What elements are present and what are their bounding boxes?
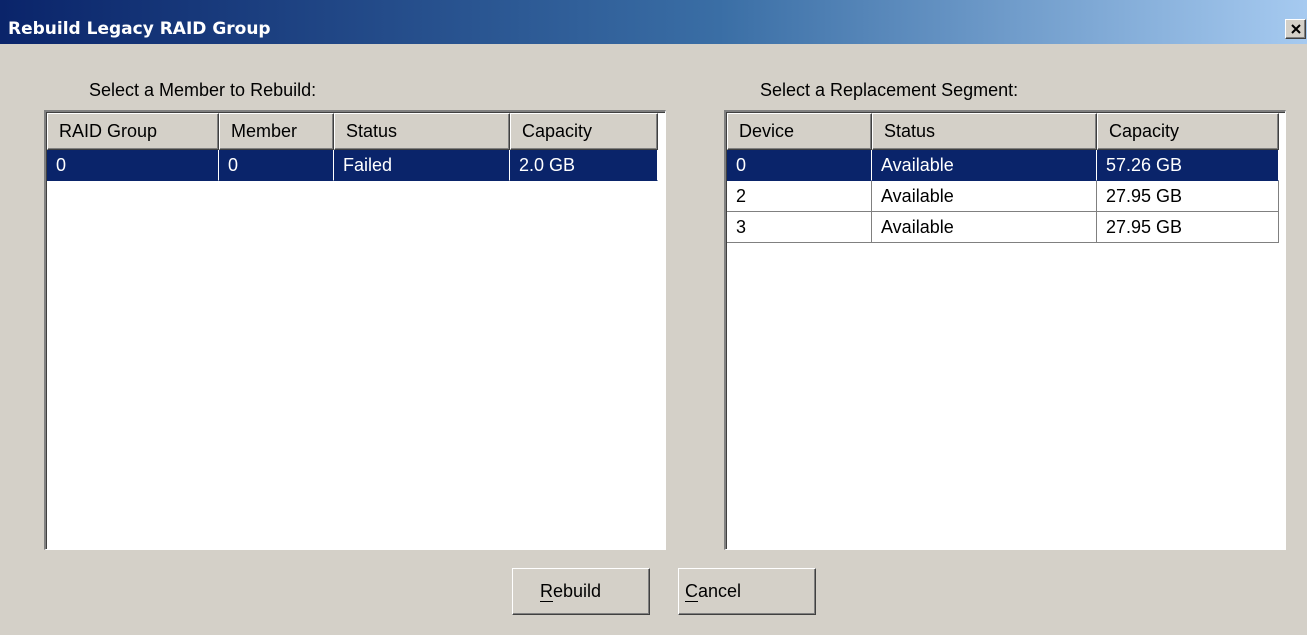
- cell-capacity: 27.95 GB: [1097, 212, 1279, 243]
- cell-raid-group: 0: [47, 150, 219, 181]
- cell-capacity: 2.0 GB: [510, 150, 658, 181]
- cell-capacity: 27.95 GB: [1097, 181, 1279, 212]
- window-title: Rebuild Legacy RAID Group: [8, 19, 271, 39]
- cell-status: Failed: [334, 150, 510, 181]
- column-header-device[interactable]: Device: [727, 113, 872, 150]
- cell-capacity: 57.26 GB: [1097, 150, 1279, 181]
- column-header-status[interactable]: Status: [872, 113, 1097, 150]
- segment-table-label: Select a Replacement Segment:: [760, 80, 1019, 100]
- cancel-button[interactable]: Cancel: [678, 568, 816, 615]
- cell-member: 0: [219, 150, 334, 181]
- column-header-member[interactable]: Member: [219, 113, 334, 150]
- cell-status: Available: [872, 212, 1097, 243]
- close-icon: [1291, 24, 1301, 34]
- column-header-capacity[interactable]: Capacity: [1097, 113, 1279, 150]
- member-table[interactable]: RAID Group Member Status Capacity 0 0 Fa…: [44, 110, 666, 550]
- cell-status: Available: [872, 150, 1097, 181]
- rebuild-button[interactable]: Rebuild: [512, 568, 650, 615]
- column-header-raid-group[interactable]: RAID Group: [47, 113, 219, 150]
- cell-device: 2: [727, 181, 872, 212]
- cell-device: 3: [727, 212, 872, 243]
- title-bar[interactable]: Rebuild Legacy RAID Group: [0, 0, 1307, 44]
- mnemonic-underline: [540, 601, 553, 602]
- close-button[interactable]: [1285, 19, 1306, 39]
- cell-device: 0: [727, 150, 872, 181]
- column-header-capacity[interactable]: Capacity: [510, 113, 658, 150]
- rebuild-button-label: Rebuild: [540, 581, 602, 601]
- member-table-label: Select a Member to Rebuild:: [89, 80, 317, 100]
- mnemonic-underline: [685, 601, 698, 602]
- rebuild-dialog: Rebuild Legacy RAID Group Select a Membe…: [0, 0, 1307, 635]
- segment-table[interactable]: Device Status Capacity 0 Available 57.26…: [724, 110, 1286, 550]
- cancel-button-label: Cancel: [685, 581, 742, 601]
- cell-status: Available: [872, 181, 1097, 212]
- column-header-status[interactable]: Status: [334, 113, 510, 150]
